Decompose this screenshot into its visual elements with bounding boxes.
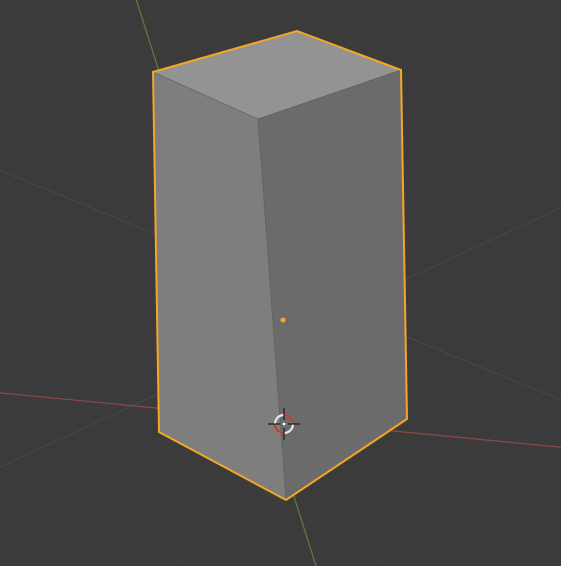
3d-viewport[interactable] [0, 0, 561, 566]
object-origin [280, 317, 285, 322]
cube-object[interactable] [153, 31, 407, 500]
